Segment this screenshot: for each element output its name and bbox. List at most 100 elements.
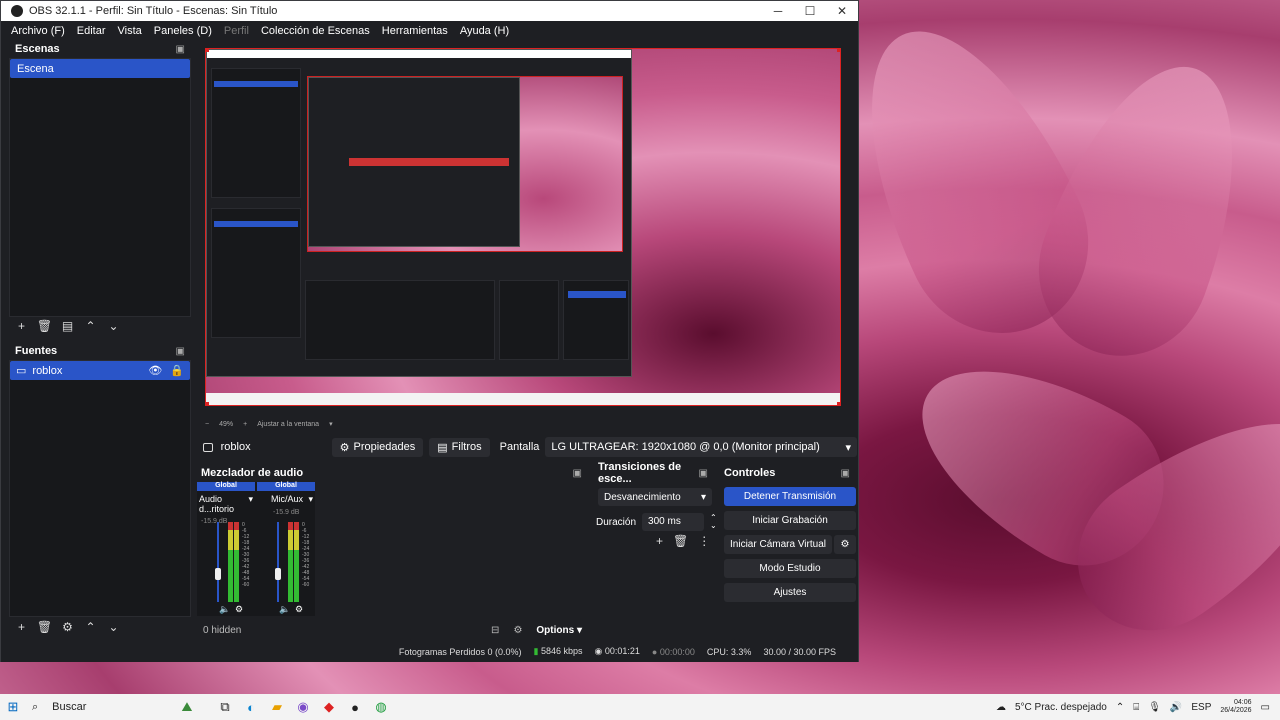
minimize-button[interactable]: ─	[762, 4, 794, 18]
obs-icon[interactable]: ●	[342, 700, 368, 715]
volume-icon[interactable]: 🔊	[1170, 702, 1182, 713]
add-icon[interactable]: +	[11, 620, 32, 634]
more-icon[interactable]: ⋮	[698, 534, 710, 548]
transition-select[interactable]: Desvanecimiento ▾	[598, 488, 712, 506]
eye-icon[interactable]: 👁	[148, 364, 162, 377]
speaker-icon[interactable]: 🔈	[219, 604, 230, 615]
zoom-in-icon[interactable]: +	[243, 421, 247, 428]
volume-knob[interactable]	[275, 568, 281, 580]
trash-icon[interactable]: 🗑	[673, 534, 688, 548]
menu-editar[interactable]: Editar	[71, 25, 112, 37]
float-icon[interactable]: ▣	[699, 468, 708, 479]
studio-mode-button[interactable]: Modo Estudio	[724, 559, 856, 578]
zoom-bar: − 49% + Ajustar a la ventana ▾	[197, 417, 857, 431]
edge-icon[interactable]: ◐	[238, 700, 264, 715]
gear-icon[interactable]: ⚙	[57, 620, 78, 634]
app-icon[interactable]: ◉	[290, 699, 316, 715]
start-icon[interactable]: ⊞	[0, 699, 26, 715]
display-icon: ▭	[16, 365, 27, 377]
weather-text[interactable]: 5°C Prac. despejado	[1015, 702, 1107, 713]
menu-perfil[interactable]: Perfil	[218, 25, 255, 37]
filters-button[interactable]: ▤ Filtros	[429, 437, 490, 457]
spinner-icon[interactable]: ⌃ ⌄	[710, 514, 717, 530]
trash-icon[interactable]: 🗑	[34, 620, 55, 634]
zoom-out-icon[interactable]: −	[205, 421, 209, 428]
menu-paneles[interactable]: Paneles (D)	[148, 25, 218, 37]
folder-icon[interactable]: ▰	[264, 699, 290, 715]
add-icon[interactable]: +	[11, 319, 32, 333]
move-up-icon[interactable]: ⌃	[80, 620, 101, 634]
menu-vista[interactable]: Vista	[112, 25, 148, 37]
float-icon[interactable]: ▣	[176, 346, 185, 357]
add-icon[interactable]: +	[656, 534, 663, 548]
mixer-footer: 0 hidden ⊟ ⚙ Options ▾	[197, 620, 590, 640]
network-icon[interactable]: ⌸	[1133, 702, 1139, 713]
roblox-icon[interactable]: ◆	[316, 699, 342, 715]
obs-window: OBS 32.1.1 - Perfil: Sin Título - Escena…	[0, 0, 859, 662]
preview-canvas[interactable]	[205, 48, 841, 406]
language[interactable]: ESP	[1191, 702, 1211, 713]
menu-archivo[interactable]: Archivo (F)	[5, 25, 71, 37]
landscape-icon[interactable]: ⛰	[162, 699, 212, 715]
volume-slider[interactable]	[277, 522, 279, 602]
notification-icon[interactable]: ▭	[1261, 702, 1270, 713]
close-button[interactable]: ✕	[826, 4, 858, 18]
resize-handle[interactable]	[206, 49, 209, 52]
layout-icon[interactable]: ⊟	[491, 625, 499, 636]
chevron-down-icon[interactable]: ▾	[248, 494, 253, 514]
scene-item[interactable]: Escena	[10, 59, 190, 78]
maximize-button[interactable]: ☐	[794, 4, 826, 18]
menu-herramientas[interactable]: Herramientas	[376, 25, 454, 37]
resize-handle[interactable]	[837, 402, 840, 405]
float-icon[interactable]: ▣	[573, 468, 582, 479]
system-tray: ☁ 5°C Prac. despejado ⌃ ⌸ 🎙 🔊 ESP 04:06 2…	[996, 699, 1280, 715]
filter-icon: ▤	[437, 441, 448, 454]
channel-settings-icon[interactable]: ⚙	[295, 604, 303, 615]
virtual-camera-button[interactable]: Iniciar Cámara Virtual	[724, 535, 832, 554]
float-icon[interactable]: ▣	[841, 468, 850, 479]
menu-ayuda[interactable]: Ayuda (H)	[454, 25, 515, 37]
virtual-camera-settings-button[interactable]: ⚙	[834, 535, 856, 554]
channel-tag: Global	[197, 482, 255, 491]
properties-button[interactable]: ⚙ Propiedades	[331, 437, 424, 457]
display-select[interactable]: LG ULTRAGEAR: 1920x1080 @ 0,0 (Monitor p…	[545, 437, 858, 457]
task-view-icon[interactable]: ⧉	[212, 699, 238, 715]
clock[interactable]: 04:06 26/4/2026	[1220, 699, 1251, 715]
filters-label: Filtros	[451, 441, 482, 453]
move-up-icon[interactable]: ⌃	[80, 319, 101, 333]
settings-button[interactable]: Ajustes	[724, 583, 856, 602]
duration-input[interactable]: 300 ms	[642, 513, 705, 531]
trash-icon[interactable]: 🗑	[34, 319, 55, 333]
chevron-up-icon[interactable]: ⌃	[1116, 702, 1124, 713]
advanced-audio-icon[interactable]: ⚙	[513, 625, 522, 636]
move-down-icon[interactable]: ⌄	[103, 319, 124, 333]
chrome-icon[interactable]: ◍	[368, 699, 394, 715]
date: 26/4/2026	[1220, 707, 1252, 714]
start-record-button[interactable]: Iniciar Grabación	[724, 511, 856, 530]
volume-knob[interactable]	[215, 568, 221, 580]
taskbar-search[interactable]: ⌕ Buscar	[32, 701, 162, 714]
resize-handle[interactable]	[837, 49, 840, 52]
cpu-usage: CPU: 3.3%	[706, 646, 752, 657]
chevron-down-icon: ▾	[700, 491, 706, 503]
options-button[interactable]: Options ▾	[536, 625, 582, 636]
filter-icon[interactable]: ▤	[57, 319, 78, 333]
stream-icon: ◉	[594, 646, 603, 656]
float-icon[interactable]: ▣	[176, 44, 185, 55]
display-icon	[203, 442, 213, 452]
stop-stream-button[interactable]: Detener Transmisión	[724, 487, 856, 506]
menu-coleccion[interactable]: Colección de Escenas	[255, 25, 376, 37]
speaker-icon[interactable]: 🔈	[279, 604, 290, 615]
scenes-title: Escenas	[15, 43, 60, 55]
mixer-channels: Global Audio d...ritorio ▾ -15.9 dB 0 -6 -1…	[197, 482, 315, 616]
chevron-down-icon[interactable]: ▾	[329, 420, 333, 428]
volume-slider[interactable]	[217, 522, 219, 602]
fit-select[interactable]: Ajustar a la ventana	[257, 421, 319, 428]
source-item[interactable]: ▭ roblox 👁 🔒	[10, 361, 190, 380]
resize-handle[interactable]	[206, 402, 209, 405]
move-down-icon[interactable]: ⌄	[103, 620, 124, 634]
channel-settings-icon[interactable]: ⚙	[235, 604, 243, 615]
chevron-down-icon[interactable]: ▾	[308, 494, 313, 505]
mic-icon[interactable]: 🎙	[1148, 702, 1161, 713]
lock-icon[interactable]: 🔒	[170, 364, 184, 377]
